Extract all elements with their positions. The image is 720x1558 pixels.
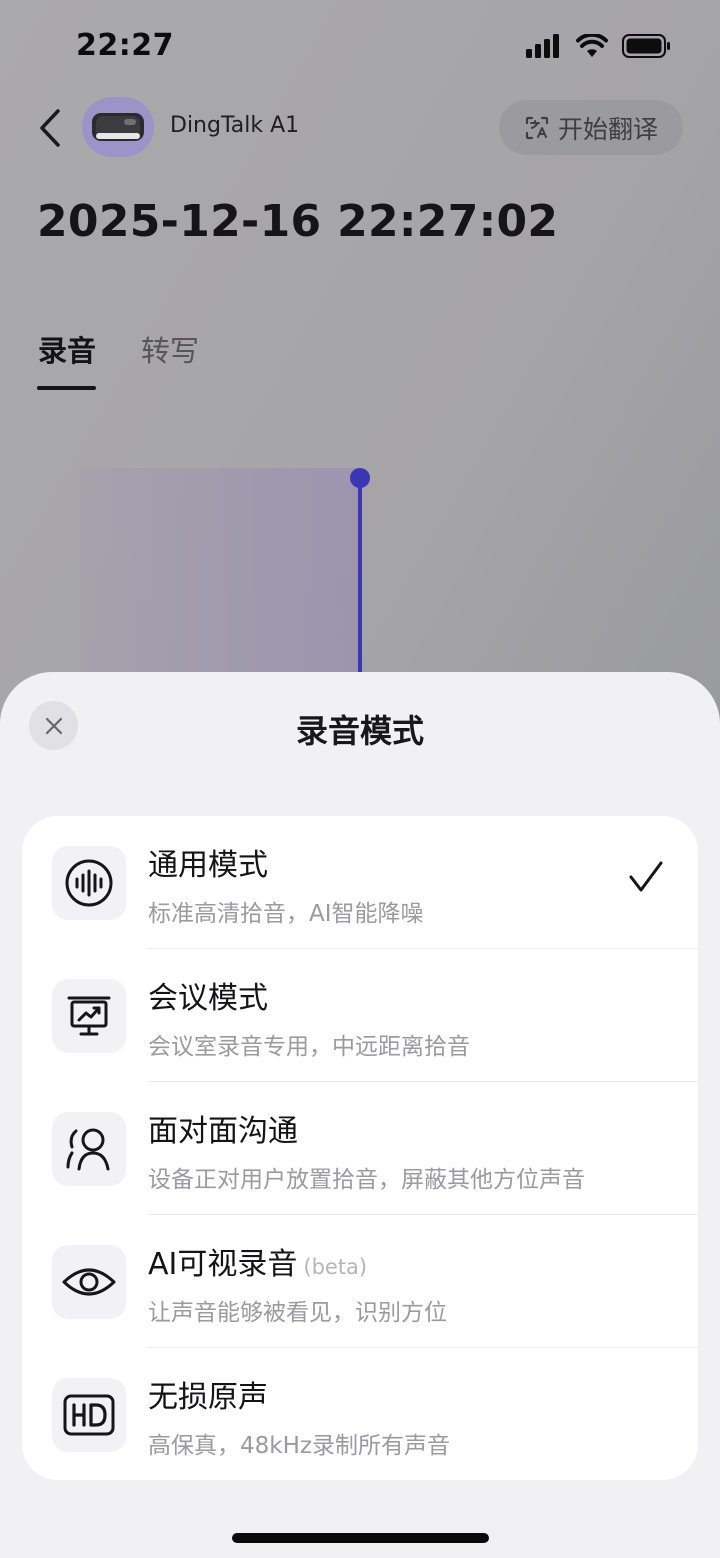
wifi-icon [576, 34, 608, 57]
mode-icon-box [52, 1245, 126, 1319]
active-tab-indicator [37, 386, 96, 390]
sheet-title: 录音模式 [295, 712, 424, 750]
mode-icon-box [52, 1378, 126, 1452]
mode-item-ai-visual[interactable]: AI可视录音 (beta) 让声音能够被看见，识别方位 [22, 1215, 698, 1348]
mode-title-text: 会议模式 [148, 981, 268, 1016]
start-translate-button[interactable]: 开始翻译 [499, 100, 683, 155]
signal-icon [526, 34, 559, 58]
eye-icon [62, 1268, 116, 1296]
back-button[interactable] [30, 104, 70, 152]
chevron-left-icon [40, 109, 60, 147]
mode-title: AI可视录音 (beta) [148, 1239, 367, 1283]
mode-title-text: 通用模式 [148, 848, 268, 883]
mode-item-general[interactable]: 通用模式 标准高清拾音，AI智能降噪 [22, 816, 698, 949]
device-name: DingTalk A1 [170, 113, 300, 138]
tab-recording[interactable]: 录音 [38, 328, 96, 370]
mode-icon-box [52, 979, 126, 1053]
home-indicator[interactable] [232, 1533, 489, 1543]
mode-description: 设备正对用户放置拾音，屏蔽其他方位声音 [148, 1167, 585, 1193]
mode-description: 会议室录音专用，中远距离拾音 [148, 1034, 470, 1060]
mode-title: 会议模式 [148, 973, 268, 1017]
waveform-icon [65, 859, 113, 907]
mode-item-face-to-face[interactable]: 面对面沟通 设备正对用户放置拾音，屏蔽其他方位声音 [22, 1082, 698, 1215]
mode-title-text: 无损原声 [148, 1380, 268, 1415]
mode-title: 通用模式 [148, 840, 268, 884]
mode-item-meeting[interactable]: 会议模式 会议室录音专用，中远距离拾音 [22, 949, 698, 1082]
start-translate-label: 开始翻译 [557, 114, 658, 144]
mode-description: 高保真，48kHz录制所有声音 [148, 1433, 450, 1459]
playhead[interactable] [358, 478, 362, 678]
tab-transcription[interactable]: 转写 [141, 328, 199, 370]
mode-list: 通用模式 标准高清拾音，AI智能降噪 会议模式 会议室录音专用，中远距离拾音 面… [22, 816, 698, 1480]
battery-icon [622, 34, 670, 58]
translate-icon [525, 116, 549, 139]
recording-datetime: 2025-12-16 22:27:02 [37, 196, 559, 247]
device-icon [92, 113, 144, 141]
recording-mode-sheet: 录音模式 通用模式 标准高清拾音，AI智能降噪 会议模式 会议室录音专用，中远距… [0, 672, 720, 1558]
mode-item-lossless[interactable]: 无损原声 高保真，48kHz录制所有声音 [22, 1348, 698, 1480]
beta-tag: (beta) [303, 1255, 368, 1279]
device-avatar [82, 97, 154, 157]
checkmark-icon [629, 861, 663, 892]
presentation-icon [67, 996, 111, 1036]
playhead-handle[interactable] [350, 468, 370, 488]
mode-title-text: 面对面沟通 [148, 1114, 298, 1149]
mode-icon-box [52, 1112, 126, 1186]
mode-icon-box [52, 846, 126, 920]
mode-title: 面对面沟通 [148, 1106, 298, 1150]
mode-description: 让声音能够被看见，识别方位 [148, 1300, 447, 1326]
hd-icon [63, 1394, 115, 1436]
person-icon [66, 1128, 110, 1171]
played-region [80, 468, 360, 678]
mode-description: 标准高清拾音，AI智能降噪 [148, 901, 424, 927]
status-icons [526, 34, 672, 58]
mode-title: 无损原声 [148, 1372, 268, 1416]
status-time: 22:27 [76, 28, 174, 63]
mode-title-text: AI可视录音 [148, 1247, 298, 1282]
